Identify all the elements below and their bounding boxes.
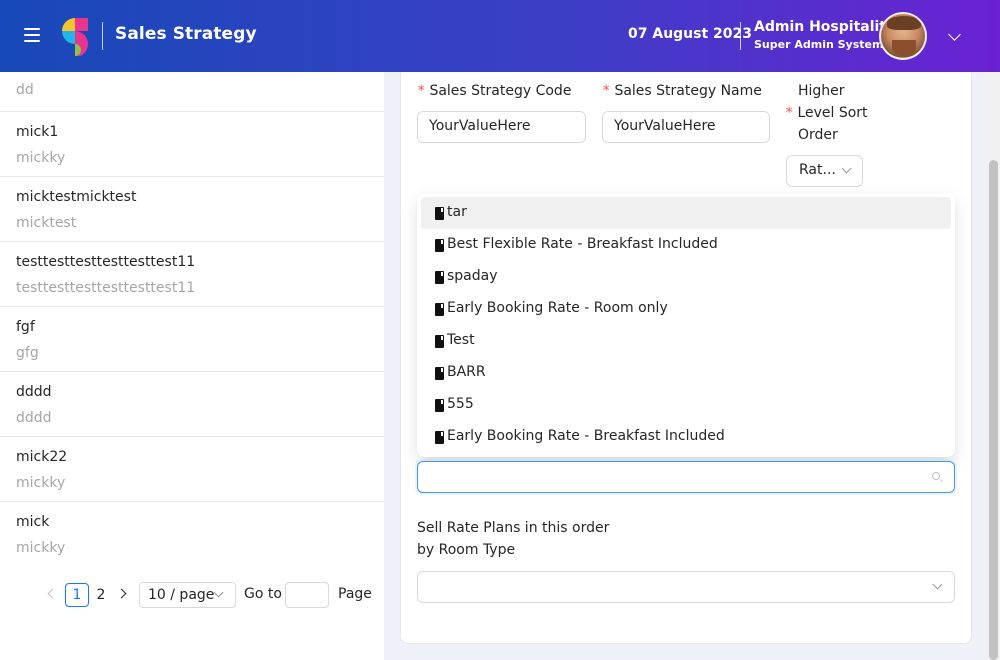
list-item-subtitle: mickky	[16, 540, 66, 556]
list-item[interactable]: micktestmicktest micktest	[0, 177, 384, 242]
user-role: Super Admin System	[754, 38, 884, 51]
rate-plan-dropdown: tar Best Flexible Rate - Breakfast Inclu…	[417, 193, 955, 457]
list-item[interactable]: fgf gfg	[0, 307, 384, 372]
pagination: 1 2 10 / page Go to Page	[0, 582, 384, 608]
sort-label-line3: Order	[798, 127, 838, 143]
list-item[interactable]: mick22 mickky	[0, 437, 384, 502]
scrollbar[interactable]	[987, 72, 1000, 660]
search-icon	[932, 472, 940, 480]
list-item-subtitle: micktest	[16, 215, 77, 231]
prev-page-icon[interactable]	[47, 588, 58, 599]
sort-label-line1: Higher	[798, 83, 845, 99]
rate-plan-search-input[interactable]	[417, 461, 955, 493]
list-item-subtitle: dd	[16, 82, 34, 98]
sort-label-line2: * Level Sort	[785, 105, 868, 121]
dropdown-option[interactable]: Test	[421, 325, 951, 357]
list-item-title: fgf	[16, 319, 35, 335]
list-item[interactable]: mick mickky	[0, 502, 384, 567]
dropdown-option[interactable]: BARR	[421, 357, 951, 389]
list-item[interactable]: dddd dddd	[0, 372, 384, 437]
dropdown-option[interactable]: Best Flexible Rate - Breakfast Included	[421, 229, 951, 261]
list-item-title: testtesttesttesttesttest11	[16, 254, 196, 270]
strategy-name-value: YourValueHere	[614, 118, 716, 134]
drag-handle-icon	[435, 303, 444, 316]
code-label: * Sales Strategy Code	[417, 83, 572, 99]
list-item-subtitle: mickky	[16, 150, 66, 166]
required-mark: *	[602, 83, 611, 99]
goto-label: Go to	[244, 586, 282, 602]
current-date: 07 August 2023	[628, 26, 753, 42]
page-size-select[interactable]: 10 / page	[139, 582, 236, 608]
sell-order-select[interactable]	[417, 571, 955, 603]
sell-order-label-line2: by Room Type	[417, 542, 516, 558]
list-item-subtitle: dddd	[16, 410, 52, 426]
list-item-title: micktestmicktest	[16, 189, 137, 205]
name-label: * Sales Strategy Name	[602, 83, 762, 99]
chevron-down-icon	[932, 579, 943, 590]
page-size-value: 10 / page	[148, 587, 215, 603]
sort-order-value: Rat...	[799, 162, 836, 178]
list-item-title: dddd	[16, 384, 52, 400]
list-item-title: mick22	[16, 449, 68, 465]
dropdown-option[interactable]: tar	[421, 197, 951, 229]
list-item-title: mick	[16, 514, 50, 530]
page-label: Page	[338, 586, 372, 602]
menu-icon[interactable]	[24, 28, 40, 42]
list-item[interactable]: mick1 mickky	[0, 112, 384, 177]
required-mark: *	[417, 83, 426, 99]
top-header: Sales Strategy 07 August 2023 Admin Hosp…	[0, 0, 1000, 72]
header-divider	[102, 22, 103, 50]
list-item[interactable]: testtesttesttesttesttest11 testtesttestt…	[0, 242, 384, 307]
list-item-title: mick1	[16, 124, 59, 140]
drag-handle-icon	[435, 431, 444, 444]
list-item-subtitle: mickky	[16, 475, 66, 491]
chevron-down-icon[interactable]	[948, 28, 961, 41]
dropdown-option[interactable]: Early Booking Rate - Room only	[421, 293, 951, 325]
next-page-icon[interactable]	[116, 588, 127, 599]
strategy-code-value: YourValueHere	[429, 118, 531, 134]
header-divider	[740, 22, 741, 50]
required-mark: *	[785, 105, 794, 121]
app-logo	[62, 18, 88, 56]
chevron-down-icon	[841, 163, 852, 174]
strategy-code-input[interactable]: YourValueHere	[417, 111, 586, 143]
chevron-down-icon	[213, 587, 224, 598]
drag-handle-icon	[435, 335, 444, 348]
drag-handle-icon	[435, 367, 444, 380]
dropdown-option[interactable]: 555	[421, 389, 951, 421]
dropdown-option[interactable]: Early Booking Rate - Breakfast Included	[421, 421, 951, 453]
scrollbar-thumb[interactable]	[989, 160, 998, 660]
sort-order-select[interactable]: Rat...	[786, 155, 863, 187]
drag-handle-icon	[435, 207, 444, 220]
app-title: Sales Strategy	[115, 24, 257, 44]
list-item-subtitle: testtesttesttesttesttest11	[16, 280, 196, 296]
sell-order-label-line1: Sell Rate Plans in this order	[417, 520, 610, 536]
drag-handle-icon	[435, 399, 444, 412]
list-item-subtitle: gfg	[16, 345, 39, 361]
goto-page-input[interactable]	[285, 582, 329, 608]
user-name[interactable]: Admin Hospitality	[754, 19, 895, 35]
avatar[interactable]	[879, 12, 927, 60]
list-item[interactable]: dd	[0, 72, 384, 112]
strategy-list-panel: dd mick1 mickky micktestmicktest micktes…	[0, 72, 384, 660]
strategy-name-input[interactable]: YourValueHere	[602, 111, 770, 143]
page-1-button[interactable]: 1	[65, 583, 89, 607]
drag-handle-icon	[435, 239, 444, 252]
drag-handle-icon	[435, 271, 444, 284]
dropdown-option[interactable]: spaday	[421, 261, 951, 293]
page-2-button[interactable]: 2	[90, 583, 112, 607]
